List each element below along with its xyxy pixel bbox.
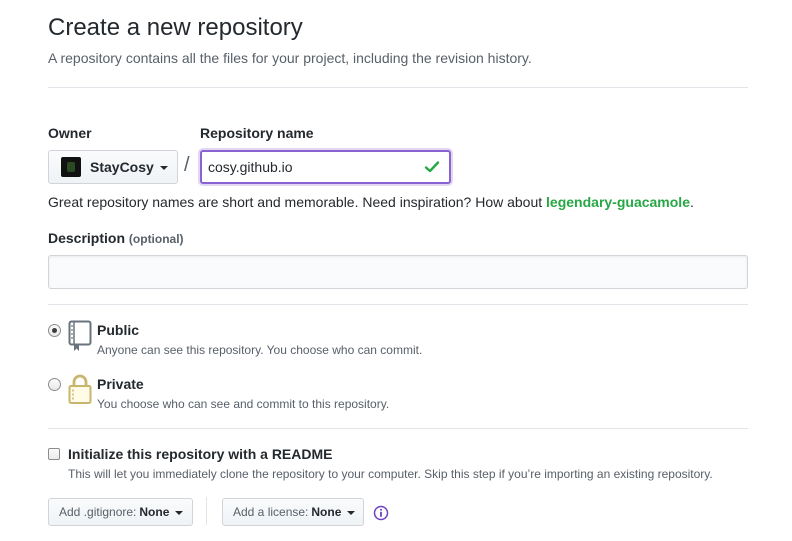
- private-option-desc: You choose who can see and commit to thi…: [97, 397, 390, 411]
- owner-label: Owner: [48, 125, 92, 141]
- public-option-desc: Anyone can see this repository. You choo…: [97, 343, 423, 357]
- description-label: Description (optional): [48, 230, 184, 246]
- description-input[interactable]: [48, 255, 748, 289]
- init-readme-checkbox[interactable]: [48, 448, 60, 460]
- chevron-down-icon: [159, 166, 168, 170]
- description-divider: [48, 304, 748, 305]
- repo-name-hint: Great repository names are short and mem…: [48, 194, 694, 210]
- hint-suffix: .: [689, 194, 694, 210]
- chevron-down-icon: [175, 511, 184, 515]
- page-title: Create a new repository: [48, 14, 303, 41]
- owner-name: StayCosy: [90, 159, 154, 175]
- visibility-private-radio[interactable]: [48, 378, 61, 391]
- visibility-public-radio[interactable]: [48, 324, 61, 337]
- init-readme-desc: This will let you immediately clone the …: [68, 467, 713, 481]
- hint-text: Great repository names are short and mem…: [48, 194, 547, 210]
- visibility-divider: [48, 428, 748, 429]
- gitignore-label: Add .gitignore:: [59, 505, 137, 519]
- info-icon[interactable]: [373, 505, 389, 521]
- gitignore-value: None: [139, 505, 170, 519]
- chevron-down-icon: [347, 511, 356, 515]
- public-option-title: Public: [97, 322, 140, 338]
- header-divider: [48, 87, 748, 88]
- page-subtitle: A repository contains all the files for …: [48, 50, 532, 66]
- optional-tag: (optional): [128, 232, 184, 246]
- license-value: None: [311, 505, 342, 519]
- repo-name-input[interactable]: [202, 159, 412, 175]
- owner-repo-separator: /: [184, 154, 190, 176]
- owner-avatar: [61, 157, 81, 177]
- check-icon: [424, 161, 440, 173]
- repo-name-field-wrapper: [200, 150, 451, 184]
- owner-select-button[interactable]: StayCosy: [48, 150, 178, 184]
- suggestion-link[interactable]: legendary-guacamole: [546, 194, 690, 210]
- description-label-text: Description: [48, 230, 126, 246]
- private-option-title: Private: [97, 376, 144, 392]
- radio-selected-dot: [52, 328, 57, 333]
- repo-book-icon: [68, 320, 92, 351]
- select-separator: [206, 497, 207, 525]
- license-label: Add a license:: [233, 505, 309, 519]
- lock-icon: [68, 374, 92, 404]
- init-readme-title: Initialize this repository with a README: [68, 446, 333, 462]
- add-gitignore-button[interactable]: Add .gitignore: None: [48, 498, 193, 526]
- add-license-button[interactable]: Add a license: None: [222, 498, 364, 526]
- repo-name-label: Repository name: [200, 125, 314, 141]
